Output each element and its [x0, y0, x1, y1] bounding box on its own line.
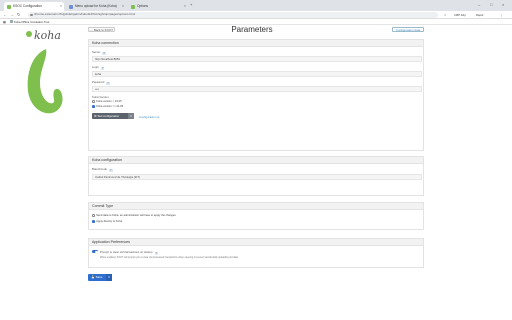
tab-menu-upload[interactable]: Menu upload for Koha (Koha) × [66, 2, 126, 11]
commit-type-panel: Commit Type Send data to Koha: an admini… [88, 202, 424, 230]
page-title: Parameters [231, 25, 273, 34]
tab-koct-configuration[interactable]: KSOC Configuration × [4, 2, 64, 11]
help-icon[interactable]: ? [108, 168, 113, 173]
koha-logo-dot [26, 31, 32, 37]
server-input[interactable]: http://localhost:8081 [92, 56, 422, 62]
bookmark-item[interactable]: Koha Offline Circulation Tool [10, 20, 49, 24]
koha-configuration-heading: Koha configuration [89, 157, 423, 164]
back-to-koct-button[interactable]: ← Back to KOCT [88, 27, 115, 32]
browser-tab-bar: KSOC Configuration × Menu upload for Koh… [0, 0, 512, 11]
radio-button[interactable] [92, 100, 95, 103]
dropdown-icon[interactable]: ▾ [106, 274, 112, 281]
minimize-icon[interactable]: – [478, 2, 480, 7]
koha-connection-heading: Koha connection [89, 40, 423, 47]
koha-logo-text: koha [34, 29, 61, 42]
server-label: Server? [92, 50, 106, 56]
branchcode-select[interactable]: Institut Florimond de Théologie [IFT] [92, 174, 422, 180]
configuration-status-link[interactable]: Configuration ok [139, 115, 159, 119]
app-preferences-panel: Application Preferences Prompt to clear … [88, 238, 424, 268]
branchcode-label: Branchcode? [92, 167, 113, 173]
forward-arrow-icon[interactable]: → [10, 12, 14, 18]
koha-version-label: Koha Version [92, 95, 109, 99]
close-window-icon[interactable]: × [502, 2, 504, 7]
menu-kebab-icon[interactable]: ⋮ [500, 13, 503, 17]
clear-old-help-text: When enabled, KOCT will prompt you to cl… [100, 256, 239, 259]
clear-old-toggle[interactable] [92, 250, 98, 254]
help-icon[interactable]: ? [102, 51, 106, 56]
password-label: Password? [92, 80, 110, 86]
koha-favicon-icon [7, 4, 11, 9]
close-tab-icon[interactable]: × [184, 2, 186, 11]
back-arrow-icon[interactable]: ← [3, 12, 7, 18]
new-tab-icon[interactable]: + [190, 2, 192, 7]
close-tab-icon[interactable]: × [60, 2, 62, 11]
login-label: Login? [92, 65, 105, 71]
page-favicon-icon [69, 4, 73, 9]
commit-radio-send[interactable]: Send data to Koha: an administrator will… [92, 214, 176, 217]
address-bar-row: ← → ↻ chrome-extension://bvjjcbdebgebnvb… [0, 11, 512, 19]
tab-options[interactable]: Options × [128, 2, 188, 11]
radio-button[interactable] [92, 214, 95, 217]
configuration-data-button[interactable]: Configuration data [392, 27, 424, 32]
version-radio-lt[interactable]: Koha version < 24.05 [92, 100, 122, 103]
commit-radio-apply[interactable]: Apply directly to Koha [92, 220, 122, 223]
extension-button[interactable]: Rapid [476, 13, 483, 17]
koha-connection-panel: Koha connection Server? http://localhost… [88, 39, 424, 151]
url-input[interactable]: chrome-extension://bvjjcbdebgebnvbdoobrd… [28, 12, 438, 18]
koha-logo: koha [20, 28, 80, 128]
radio-button[interactable] [92, 105, 95, 108]
close-tab-icon[interactable]: × [122, 2, 124, 11]
page-favicon-icon [131, 4, 135, 9]
test-configuration-button[interactable]: ⚙ Test configuration ▾ [92, 113, 134, 119]
koha-configuration-panel: Koha configuration Branchcode? Institut … [88, 156, 424, 196]
reload-icon[interactable]: ↻ [17, 12, 20, 18]
radio-button[interactable] [92, 220, 95, 223]
version-radio-ge[interactable]: Koha version >= 24.05 [92, 105, 123, 108]
help-icon[interactable]: ? [106, 81, 110, 86]
bookmark-icon [10, 20, 13, 24]
help-icon[interactable]: ? [100, 66, 105, 71]
app-preferences-heading: Application Preferences [89, 239, 423, 246]
extension-button[interactable]: Cl8P Kdp [454, 13, 466, 17]
maximize-icon[interactable]: □ [490, 2, 492, 7]
apps-grid-icon[interactable]: ▦ [3, 20, 6, 24]
dropdown-icon[interactable]: ▾ [128, 113, 134, 119]
options-page: koha ← Back to KOCT Parameters Configura… [0, 25, 512, 320]
clear-old-label: Prompt to clear old transactions on star… [100, 250, 159, 256]
site-info-icon[interactable] [30, 13, 33, 17]
koha-leaf-icon [27, 49, 63, 114]
help-icon[interactable]: ? [154, 251, 159, 256]
commit-type-heading: Commit Type [89, 203, 423, 210]
save-button[interactable]: 💾 Save ▾ [88, 274, 112, 281]
star-icon[interactable]: ☆ [444, 13, 447, 17]
password-input[interactable]: •••• [92, 86, 422, 92]
login-input[interactable]: koha [92, 71, 422, 77]
